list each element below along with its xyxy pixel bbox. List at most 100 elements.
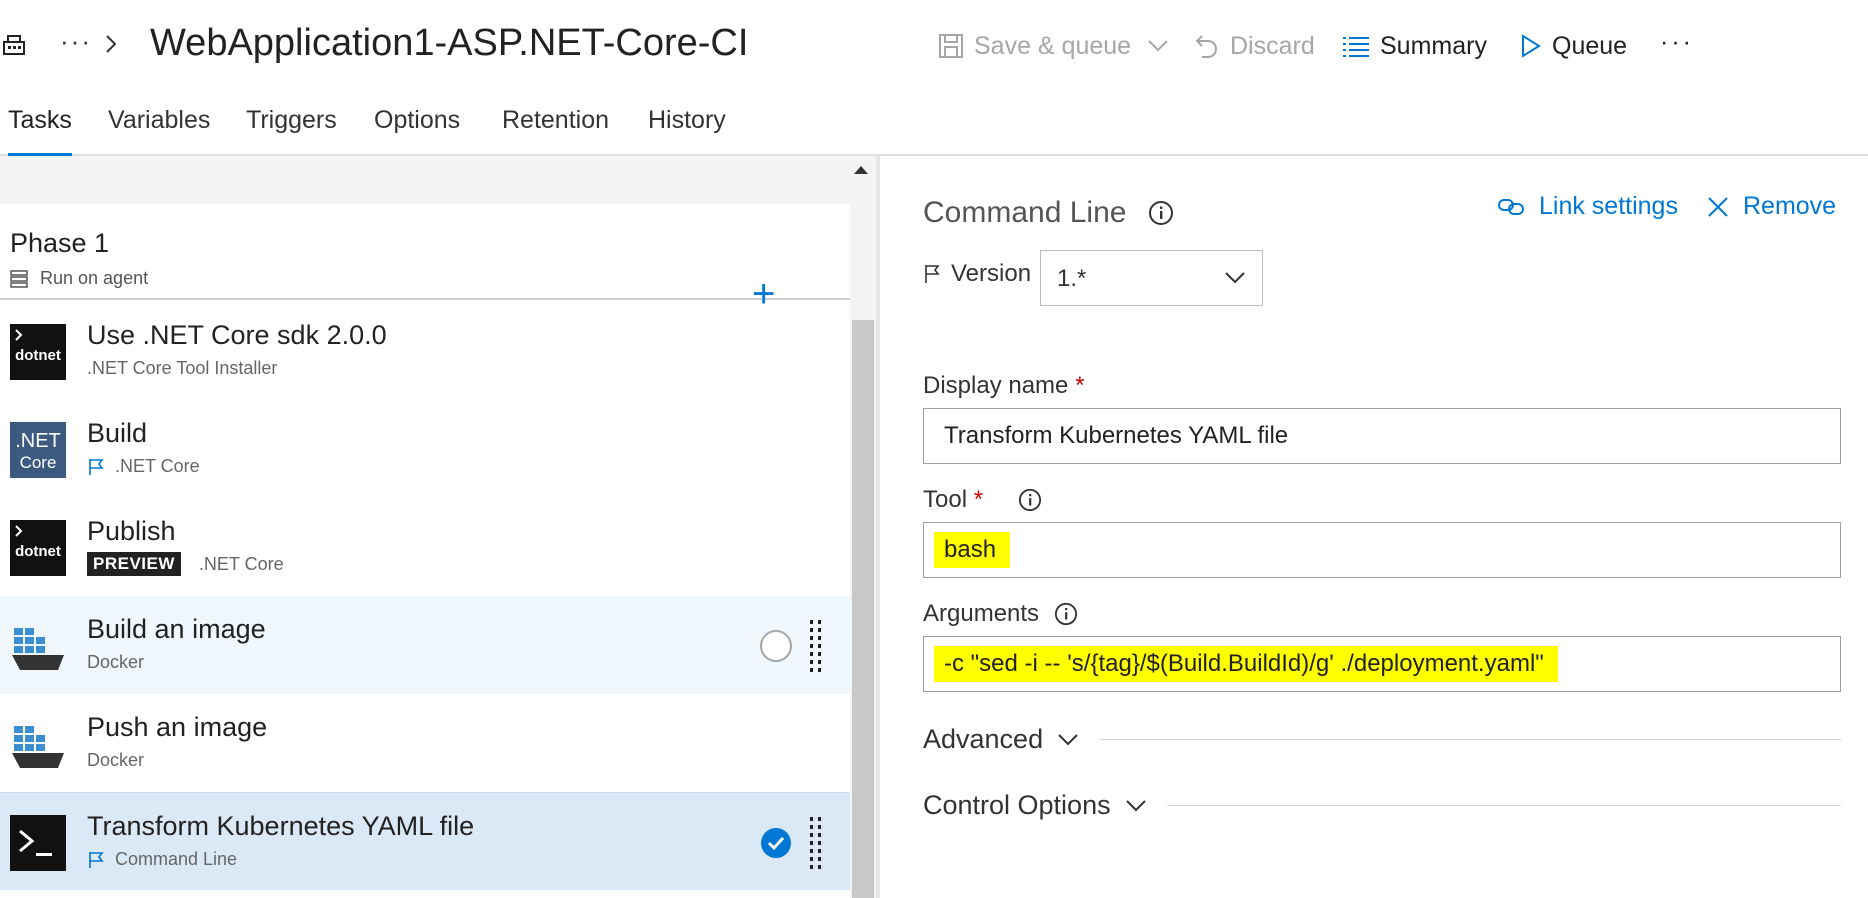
required-marker: * [973, 486, 984, 513]
remove-button[interactable]: Remove [1707, 192, 1836, 221]
advanced-label: Advanced [923, 724, 1044, 754]
play-icon [1522, 34, 1541, 58]
task-type: Docker [87, 750, 145, 770]
docker-icon [12, 628, 64, 670]
close-icon [1708, 196, 1728, 217]
chevron-down-icon [1125, 799, 1146, 811]
tab-label: History [648, 106, 726, 134]
task-list-header-strip [0, 156, 850, 204]
checkmark-icon[interactable] [760, 827, 792, 859]
chevron-down-icon [1148, 40, 1168, 52]
remove-label: Remove [1743, 192, 1837, 220]
summary-label: Summary [1380, 31, 1487, 60]
tool-label: Tool * [923, 486, 983, 514]
section-divider [1099, 739, 1841, 740]
tab-variables[interactable]: Variables [108, 106, 210, 156]
tool-field[interactable]: bash [923, 522, 1841, 578]
control-options-section-toggle[interactable]: Control Options [923, 790, 1841, 821]
task-row[interactable]: Build an image Docker [0, 596, 850, 694]
scroll-up-arrow-icon[interactable] [854, 166, 868, 174]
task-name: Publish [87, 516, 176, 546]
scrollbar-thumb[interactable] [852, 320, 874, 898]
task-name: Transform Kubernetes YAML file [87, 811, 475, 841]
flag-icon [89, 851, 104, 868]
display-name-field[interactable]: Transform Kubernetes YAML file [923, 408, 1841, 464]
tab-triggers[interactable]: Triggers [246, 106, 337, 156]
version-label-text: Version [951, 260, 1032, 287]
header-bar: ··· WebApplication1-ASP.NET-Core-CI Save… [0, 0, 1868, 90]
task-subtitle: .NET Core Tool Installer [87, 358, 277, 379]
docker-icon [12, 726, 64, 768]
undo-icon [1195, 35, 1217, 58]
queue-button[interactable]: Queue [1520, 26, 1627, 66]
version-label: Version [923, 260, 1031, 288]
task-subtitle: Docker [87, 750, 144, 771]
chevron-down-icon [1058, 733, 1078, 745]
pipeline-title: WebApplication1-ASP.NET-Core-CI [150, 22, 749, 64]
tab-retention[interactable]: Retention [502, 106, 609, 156]
version-value: 1.* [1057, 265, 1087, 292]
svg-text:dotnet: dotnet [15, 347, 61, 364]
svg-text:Core: Core [20, 453, 57, 472]
tab-label: Retention [502, 106, 610, 134]
display-name-label-text: Display name [923, 372, 1069, 399]
info-icon[interactable] [1018, 488, 1042, 512]
task-list-pane: Phase 1 Run on agent + dotnet Use .NET C… [0, 156, 880, 898]
task-row[interactable]: .NET Core Build .NET Core [0, 400, 850, 498]
dotnet-icon: dotnet [10, 520, 66, 576]
list-icon [1343, 37, 1369, 57]
chevron-down-icon [1225, 272, 1245, 284]
display-name-label: Display name * [923, 372, 1084, 400]
breadcrumb-more-button[interactable]: ··· [60, 26, 92, 57]
dotnet-icon: dotnet [10, 324, 66, 380]
task-name: Build [87, 418, 148, 448]
arguments-field[interactable]: -c "sed -i -- 's/{tag}/$(Build.BuildId)/… [923, 636, 1841, 692]
flag-icon [89, 458, 104, 475]
preview-badge: PREVIEW [87, 552, 181, 576]
advanced-section-toggle[interactable]: Advanced [923, 724, 1841, 755]
link-settings-button[interactable]: Link settings [1497, 192, 1678, 221]
info-icon[interactable] [1054, 602, 1078, 626]
agent-server-icon [10, 270, 28, 288]
display-name-value: Transform Kubernetes YAML file [944, 422, 1289, 449]
task-row[interactable]: dotnet Publish PREVIEW .NET Core [0, 498, 850, 596]
task-subtitle: Docker [87, 652, 144, 673]
link-icon [1498, 198, 1524, 215]
task-type: Docker [87, 652, 145, 672]
save-queue-label: Save & queue [974, 31, 1132, 60]
task-row[interactable]: Push an image Docker [0, 694, 850, 792]
info-icon[interactable] [1148, 200, 1174, 226]
tab-label: Tasks [8, 106, 72, 134]
arguments-value: -c "sed -i -- 's/{tag}/$(Build.BuildId)/… [934, 646, 1558, 682]
summary-button[interactable]: Summary [1342, 26, 1487, 66]
task-subtitle: PREVIEW .NET Core [87, 552, 284, 576]
section-divider [1166, 805, 1841, 806]
build-pipeline-icon [3, 35, 25, 55]
tool-label-text: Tool [923, 486, 968, 513]
tab-tasks[interactable]: Tasks [8, 106, 72, 157]
more-actions-label: ··· [1660, 27, 1694, 56]
tab-options[interactable]: Options [374, 106, 460, 156]
task-name: Build an image [87, 614, 266, 644]
drag-handle-icon[interactable] [808, 620, 824, 672]
svg-text:.NET: .NET [15, 430, 61, 452]
save-queue-button[interactable]: Save & queue [938, 26, 1179, 66]
tool-value: bash [934, 532, 1011, 568]
drag-handle-icon[interactable] [808, 817, 824, 869]
more-actions-button[interactable]: ··· [1660, 22, 1694, 62]
task-row[interactable]: dotnet Use .NET Core sdk 2.0.0 .NET Core… [0, 302, 850, 400]
tab-label: Variables [108, 106, 211, 134]
phase-header[interactable]: Phase 1 Run on agent + [0, 204, 850, 314]
task-row-selected[interactable]: Transform Kubernetes YAML file Command L… [0, 792, 850, 890]
discard-button[interactable]: Discard [1194, 26, 1315, 66]
task-subtitle: Command Line [87, 849, 237, 870]
tab-label: Triggers [246, 106, 337, 134]
arguments-label: Arguments [923, 600, 1040, 627]
terminal-icon [10, 815, 66, 871]
tab-history[interactable]: History [648, 106, 726, 156]
save-icon [939, 34, 963, 58]
task-select-radio[interactable] [760, 630, 792, 662]
phase-title: Phase 1 [10, 228, 110, 258]
flag-icon [925, 265, 940, 283]
version-dropdown[interactable]: 1.* [1040, 250, 1263, 306]
